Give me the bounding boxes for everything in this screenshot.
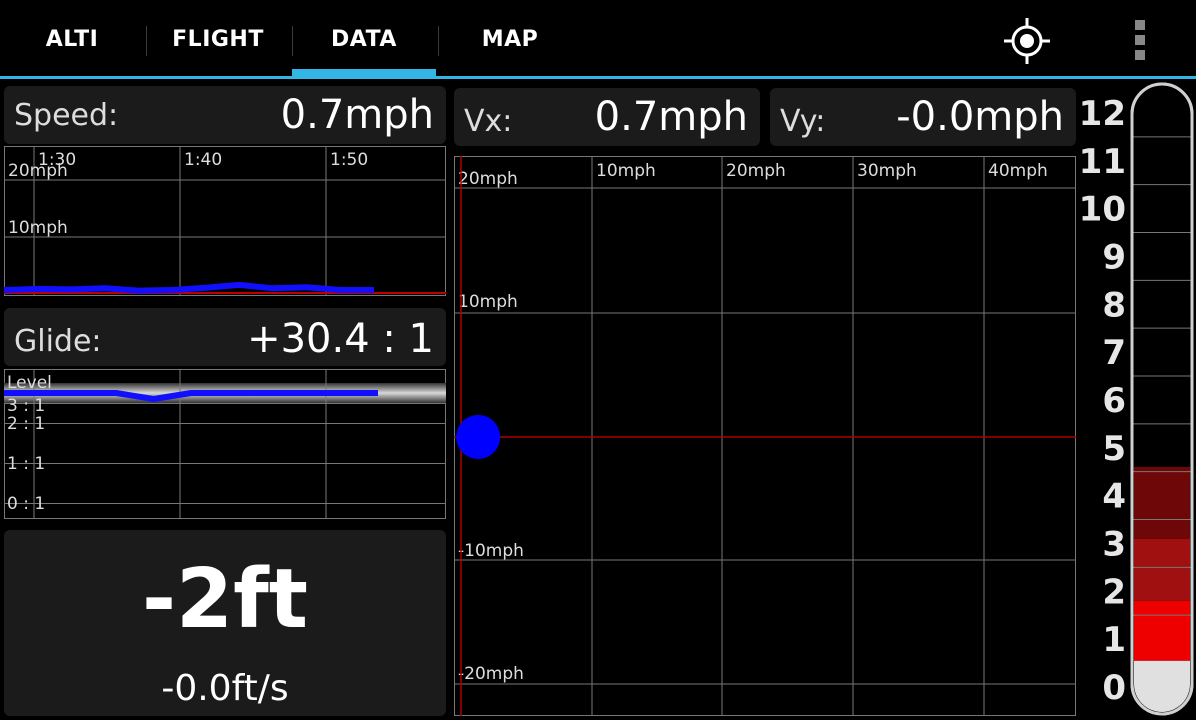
gauge-tick-label: 9: [1102, 238, 1126, 278]
y-tick-label: 10mph: [8, 218, 68, 238]
vertical-speed-value: -0.0ft/s: [161, 668, 289, 709]
gauge-tick-label: 7: [1102, 333, 1126, 373]
tab-flight[interactable]: FLIGHT: [146, 0, 290, 78]
gauge-tick-label: 4: [1102, 477, 1126, 517]
altitude-panel: -2ft -0.0ft/s: [4, 530, 446, 716]
glide-history-chart: Level3 : 12 : 11 : 10 : 1: [4, 369, 446, 519]
gauge-tick-label: 3: [1102, 525, 1126, 565]
gauge-tick-label: 6: [1102, 381, 1126, 421]
x-tick-label: 1:40: [184, 150, 222, 170]
tab-alti[interactable]: ALTI: [0, 0, 144, 78]
vy-label: Vy:: [780, 104, 826, 139]
gauge-band: [1134, 466, 1190, 539]
gauge-tick-label: 10: [1080, 190, 1126, 230]
gauge-tick-label: 0: [1102, 668, 1126, 708]
vx-label: Vx:: [464, 104, 513, 139]
y-tick-label: 2 : 1: [7, 414, 45, 434]
gauge-band: [1134, 538, 1190, 601]
y-tick-label: -20mph: [458, 664, 524, 684]
gauge-tick-label: 11: [1080, 142, 1126, 182]
chart-frame: [454, 156, 1076, 716]
gauge-tick-label: 5: [1102, 429, 1126, 469]
glide-value: +30.4 : 1: [247, 316, 434, 362]
velocity-point: [456, 415, 501, 459]
vx-value: 0.7mph: [594, 94, 748, 140]
gauge-bands: [1134, 466, 1190, 712]
gauge-band: [1134, 600, 1190, 661]
tab-underline: [0, 76, 1196, 79]
vy-value: -0.0mph: [896, 94, 1064, 140]
x-tick-label: 20mph: [726, 161, 786, 181]
speed-label: Speed:: [14, 98, 119, 133]
speed-value: 0.7mph: [280, 92, 434, 138]
gauge-tick-label: 8: [1102, 285, 1126, 325]
y-tick-label: 3 : 1: [7, 396, 45, 416]
gauge-tick-label: 12: [1080, 94, 1126, 134]
vx-panel: Vx: 0.7mph: [454, 88, 760, 146]
y-tick-label: 10mph: [458, 292, 518, 312]
speed-history-chart: 1:30 1:40 1:5020mph10mph: [4, 146, 446, 296]
y-tick-label: 20mph: [8, 161, 68, 181]
gauge-tick-label: 1: [1102, 620, 1126, 660]
velocity-plot: 10mph 20mph 30mph 40mph 20mph 10mph -10mph -20m…: [454, 156, 1076, 716]
y-tick-label: 1 : 1: [7, 454, 45, 474]
crosshair-target-icon[interactable]: [1002, 16, 1052, 66]
gauge-tick-label: 2: [1102, 572, 1126, 612]
y-tick-label: 20mph: [458, 169, 518, 189]
y-tick-label: 0 : 1: [7, 494, 45, 514]
altitude-gauge: 1211109876543210: [1080, 82, 1194, 716]
vy-panel: Vy: -0.0mph: [770, 88, 1076, 146]
tab-map[interactable]: MAP: [438, 0, 582, 78]
speed-panel: Speed: 0.7mph: [4, 86, 446, 144]
overflow-menu-icon[interactable]: [1128, 18, 1152, 62]
y-tick-label: -10mph: [458, 541, 524, 561]
x-tick-label: 10mph: [596, 161, 656, 181]
x-tick-label: 40mph: [988, 161, 1048, 181]
glide-panel: Glide: +30.4 : 1: [4, 308, 446, 366]
altitude-value: -2ft: [142, 552, 308, 647]
tab-active-indicator: [292, 69, 436, 79]
glide-label: Glide:: [14, 324, 102, 359]
x-tick-label: 30mph: [857, 161, 917, 181]
x-tick-label: 1:50: [330, 150, 368, 170]
tab-data[interactable]: DATA: [292, 0, 436, 78]
